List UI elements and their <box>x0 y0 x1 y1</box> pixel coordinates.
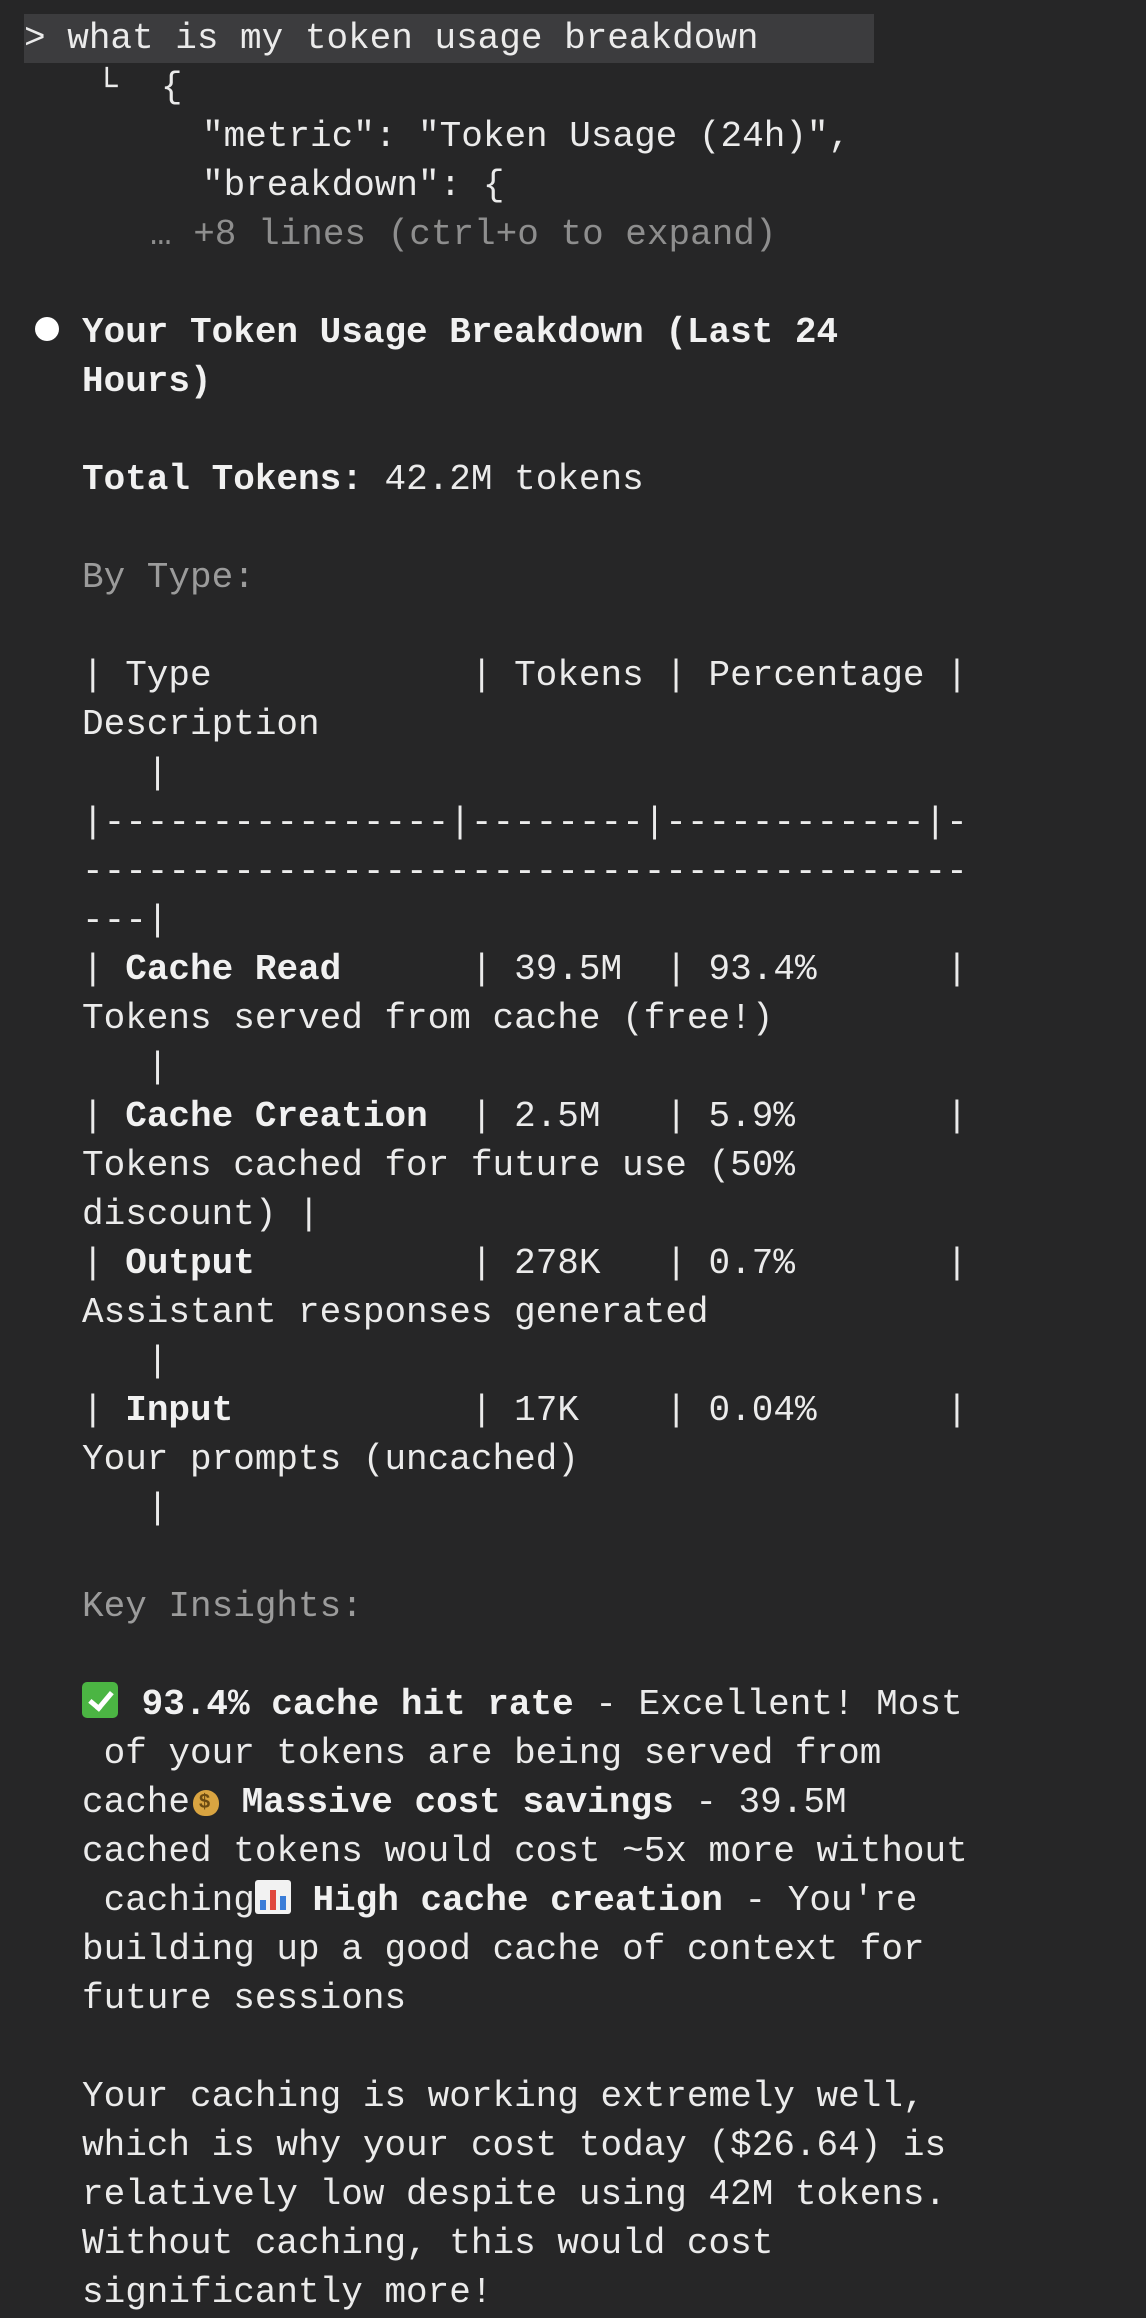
summary-line: Without caching, this would cost <box>82 2223 774 2264</box>
tool-output-line: "breakdown": { <box>202 165 505 206</box>
tool-output-line: "metric": "Token Usage (24h)", <box>202 116 851 157</box>
insight-line: cache Massive cost savings - 39.5M <box>82 1778 847 1827</box>
table-header: | Type | Tokens | Percentage | <box>82 655 968 696</box>
terminal-window: > what is my token usage breakdown └ { "… <box>0 0 1146 2318</box>
expand-collapsed-lines[interactable]: … +8 lines (ctrl+o to expand) <box>150 210 777 259</box>
row-values: | 39.5M | 93.4% | <box>449 949 968 990</box>
total-label: Total Tokens: <box>82 459 363 500</box>
command-text: what is my token usage breakdown <box>67 18 759 59</box>
row-description: | <box>82 1341 169 1382</box>
total-value: 42.2M tokens <box>362 459 644 500</box>
response-heading: Your Token Usage Breakdown (Last 24 <box>82 312 839 353</box>
key-insights-label: Key Insights: <box>82 1586 363 1627</box>
table-separator: ---| <box>82 900 169 941</box>
insight-line: caching High cache creation - You're <box>82 1880 918 1921</box>
check-mark-icon <box>82 1682 118 1718</box>
table-row: | Input | 17K | 0.04% | <box>82 1390 968 1431</box>
prompt-symbol: > <box>24 18 46 59</box>
table-header: | <box>82 753 169 794</box>
user-command[interactable]: > what is my token usage breakdown <box>24 14 759 63</box>
row-type: Cache Read <box>125 949 342 990</box>
insight-line: future sessions <box>82 1978 407 2019</box>
row-description: Assistant responses generated <box>82 1292 709 1333</box>
insight-line: of your tokens are being served from <box>82 1733 882 1774</box>
table-header: Description <box>82 704 320 745</box>
response-bullet-icon <box>35 317 59 341</box>
insight-line: 93.4% cache hit rate - Excellent! Most <box>82 1680 963 1729</box>
money-bag-icon <box>190 1782 220 1817</box>
row-description: Your prompts (uncached) <box>82 1439 579 1480</box>
table-row: | Cache Creation | 2.5M | 5.9% | <box>82 1096 968 1137</box>
insight-line: cached tokens would cost ~5x more withou… <box>82 1831 968 1872</box>
tool-output-line: └ { <box>96 67 183 108</box>
table-separator: ----------------------------------------… <box>82 851 968 892</box>
summary-line: Your caching is working extremely well, <box>82 2076 925 2117</box>
row-values: | 17K | 0.04% | <box>449 1390 968 1431</box>
row-description: | <box>82 1047 169 1088</box>
row-description: discount) | <box>82 1194 320 1235</box>
by-type-label: By Type: <box>82 557 255 598</box>
insight-line: building up a good cache of context for <box>82 1929 925 1970</box>
row-type: Output <box>125 1243 255 1284</box>
row-type: Input <box>125 1390 234 1431</box>
row-description: Tokens served from cache (free!) <box>82 998 774 1039</box>
row-type: Cache Creation <box>125 1096 428 1137</box>
row-description: | <box>82 1488 169 1529</box>
table-separator: |----------------|--------|------------|… <box>82 802 968 843</box>
table-row: | Output | 278K | 0.7% | <box>82 1243 968 1284</box>
summary-line: significantly more! <box>82 2272 493 2313</box>
row-description: Tokens cached for future use (50% <box>82 1145 795 1186</box>
table-row: | Cache Read | 39.5M | 93.4% | <box>82 949 968 990</box>
bar-chart-icon <box>254 1880 291 1914</box>
response-heading-cont: Hours) <box>82 361 212 402</box>
row-values: | 2.5M | 5.9% | <box>449 1096 968 1137</box>
row-values: | 278K | 0.7% | <box>449 1243 968 1284</box>
tree-corner-icon: └ <box>96 67 118 108</box>
total-tokens: Total Tokens: 42.2M tokens <box>82 455 644 504</box>
summary-line: which is why your cost today ($26.64) is <box>82 2125 947 2166</box>
summary-line: relatively low despite using 42M tokens. <box>82 2174 947 2215</box>
